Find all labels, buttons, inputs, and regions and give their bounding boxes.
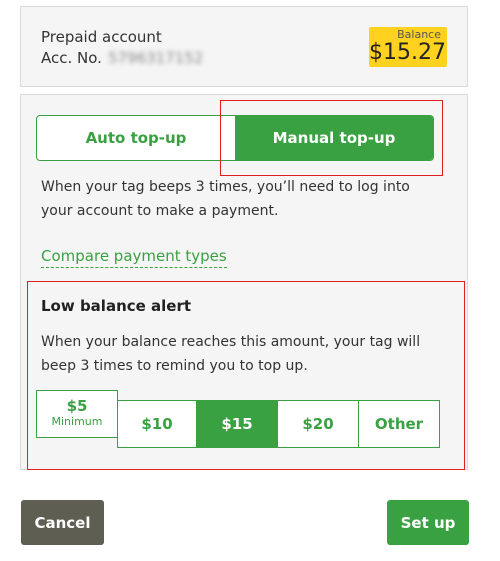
- topup-description: When your tag beeps 3 times, you’ll need…: [41, 179, 410, 219]
- topup-panel: Auto top-up Manual top-up When your tag …: [20, 94, 468, 470]
- amount-option-10[interactable]: $10: [117, 400, 197, 448]
- account-number-label: Acc. No.: [41, 49, 102, 67]
- low-balance-alert-title: Low balance alert: [41, 297, 192, 315]
- amount-option-5[interactable]: $5 Minimum: [36, 390, 118, 438]
- amount-option-other[interactable]: Other: [359, 400, 440, 448]
- cancel-button[interactable]: Cancel: [21, 500, 104, 545]
- low-balance-alert-description: When your balance reaches this amount, y…: [41, 334, 421, 374]
- alert-amount-options: $5 Minimum $10 $15 $20 Other: [36, 390, 440, 450]
- auto-topup-tab[interactable]: Auto top-up: [37, 116, 235, 160]
- amount-option-label: $5: [66, 397, 88, 415]
- set-up-button[interactable]: Set up: [387, 500, 469, 545]
- account-number-row: Acc. No. 5796317152: [41, 49, 203, 67]
- account-panel: Prepaid account Acc. No. 5796317152 Balan…: [20, 6, 468, 87]
- balance-badge: Balance $15.27: [369, 27, 447, 67]
- manual-topup-tab[interactable]: Manual top-up: [235, 116, 433, 160]
- amount-option-20[interactable]: $20: [278, 400, 359, 448]
- topup-type-toggle: Auto top-up Manual top-up: [36, 115, 434, 161]
- account-number-value: 5796317152: [107, 49, 204, 67]
- account-type: Prepaid account: [41, 28, 162, 46]
- balance-amount: $15.27: [369, 40, 446, 65]
- amount-option-15[interactable]: $15: [197, 400, 278, 448]
- compare-payment-types-link[interactable]: Compare payment types: [41, 246, 227, 268]
- amount-option-sublabel: Minimum: [51, 415, 103, 428]
